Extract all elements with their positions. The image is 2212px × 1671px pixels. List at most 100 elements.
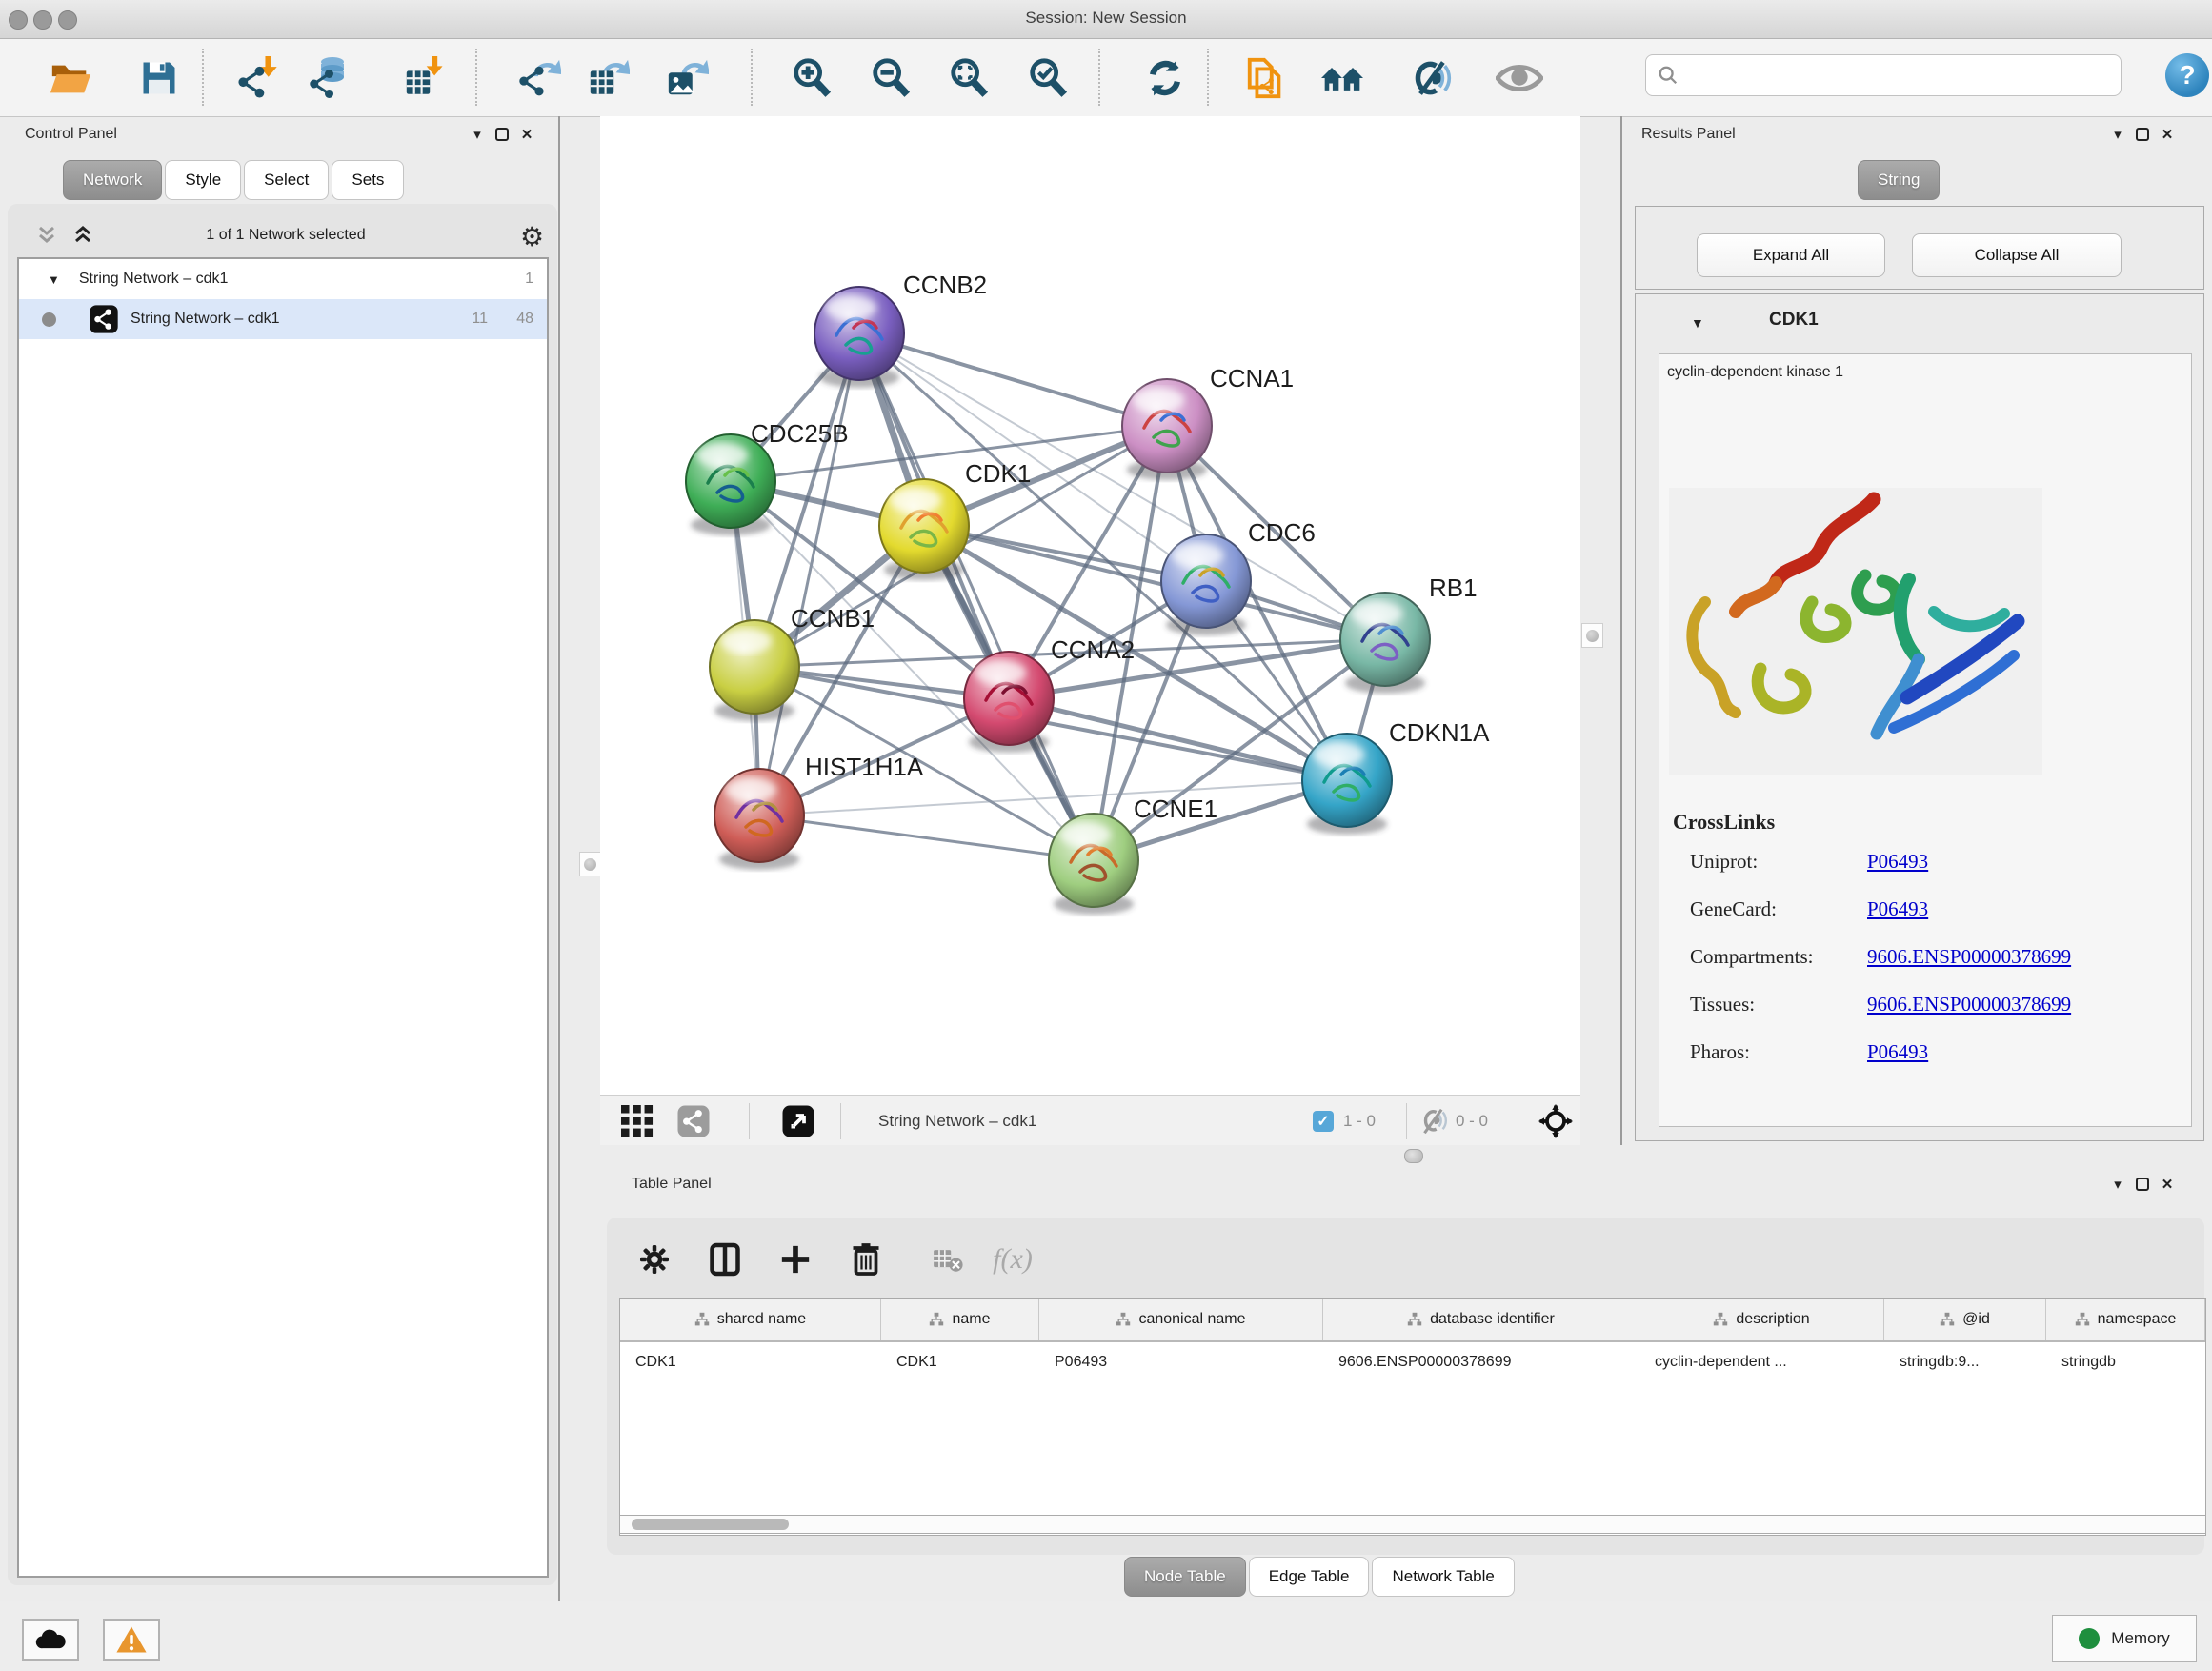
panel-float-icon[interactable] (2130, 1172, 2155, 1197)
table-cell[interactable]: CDK1 (620, 1342, 881, 1382)
cloud-button[interactable] (22, 1619, 79, 1661)
table-cell[interactable]: 9606.ENSP00000378699 (1323, 1342, 1639, 1382)
gear-icon[interactable] (633, 1238, 675, 1280)
table-row[interactable]: CDK1CDK1P064939606.ENSP00000378699cyclin… (620, 1342, 2205, 1382)
network-edge[interactable] (859, 333, 1167, 426)
network-node-CCNE1[interactable]: CCNE1 (1049, 795, 1217, 915)
network-collection-row[interactable]: ▼ String Network – cdk1 1 (19, 259, 547, 299)
import-network-database-icon[interactable] (303, 50, 358, 106)
export-network-icon[interactable] (512, 50, 567, 106)
table-cell[interactable]: P06493 (1039, 1342, 1323, 1382)
string-app-icon (89, 304, 119, 334)
scrollbar-thumb[interactable] (632, 1519, 789, 1530)
export-table-icon[interactable] (580, 50, 635, 106)
right-splitter-handle[interactable] (1581, 623, 1603, 648)
save-session-icon[interactable] (131, 50, 187, 106)
panel-float-icon[interactable] (490, 122, 514, 147)
network-edge[interactable] (924, 526, 1385, 639)
crosslink-value-link[interactable]: P06493 (1867, 1040, 1928, 1064)
zoom-selected-icon[interactable] (1020, 50, 1076, 106)
collapse-all-chevrons-icon[interactable] (34, 223, 59, 248)
tab-select[interactable]: Select (244, 160, 329, 200)
toolbar-separator (840, 1103, 841, 1139)
delete-column-icon[interactable] (845, 1238, 887, 1280)
network-edge[interactable] (759, 333, 859, 815)
collapse-all-button[interactable]: Collapse All (1912, 233, 2122, 277)
column-header-shared-name[interactable]: shared name (620, 1299, 881, 1340)
network-node-CCNA1[interactable]: CCNA1 (1122, 364, 1294, 480)
panel-float-icon[interactable] (2130, 122, 2155, 147)
open-session-folder-icon[interactable] (43, 50, 98, 106)
memory-label: Memory (2111, 1629, 2169, 1648)
crosslink-value-link[interactable]: P06493 (1867, 850, 1928, 874)
panel-close-icon[interactable]: ✕ (514, 122, 539, 147)
export-image-icon[interactable] (659, 50, 714, 106)
tab-style[interactable]: Style (165, 160, 241, 200)
column-header-canonical-name[interactable]: canonical name (1039, 1299, 1323, 1340)
network-edge[interactable] (859, 333, 1094, 860)
tab-edge-table[interactable]: Edge Table (1249, 1557, 1370, 1597)
cloud-icon (34, 1628, 67, 1651)
import-table-icon[interactable] (396, 50, 452, 106)
column-header-@id[interactable]: @id (1884, 1299, 2046, 1340)
table-tabs: Node TableEdge TableNetwork Table (1124, 1557, 1515, 1597)
table-cell[interactable]: CDK1 (881, 1342, 1039, 1382)
birdseye-icon[interactable] (781, 1103, 815, 1139)
panel-collapse-icon[interactable]: ▾ (2105, 122, 2130, 147)
panel-close-icon[interactable]: ✕ (2155, 1172, 2180, 1197)
column-header-description[interactable]: description (1639, 1299, 1884, 1340)
network-view[interactable]: CCNB2CCNA1CDC25BCDK1CDC6RB1CCNB1CCNA2CDK… (600, 116, 1580, 1095)
zoom-fit-icon[interactable] (941, 50, 996, 106)
zoom-out-icon[interactable] (863, 50, 918, 106)
network-canvas[interactable]: CCNB2CCNA1CDC25BCDK1CDC6RB1CCNB1CCNA2CDK… (600, 116, 1580, 1095)
table-cell[interactable]: stringdb:9... (1884, 1342, 2046, 1382)
open-in-string-icon[interactable] (1238, 50, 1294, 106)
panel-collapse-icon[interactable]: ▾ (2105, 1172, 2130, 1197)
tab-network[interactable]: Network (63, 160, 162, 200)
search-icon (1658, 65, 1679, 86)
column-header-namespace[interactable]: namespace (2046, 1299, 2205, 1340)
tab-network-table[interactable]: Network Table (1372, 1557, 1514, 1597)
help-button[interactable]: ? (2165, 53, 2209, 97)
crosslink-value-link[interactable]: 9606.ENSP00000378699 (1867, 945, 2071, 969)
show-eye-icon[interactable] (1492, 50, 1547, 106)
table-cell[interactable]: stringdb (2046, 1342, 2205, 1382)
expand-all-button[interactable]: Expand All (1697, 233, 1885, 277)
gear-icon[interactable]: ⚙ (520, 221, 544, 252)
crosslink-value-link[interactable]: 9606.ENSP00000378699 (1867, 993, 2071, 1017)
network-node-CDKN1A[interactable]: CDKN1A (1302, 718, 1490, 835)
crosslink-value-link[interactable]: P06493 (1867, 897, 1928, 921)
network-node-RB1[interactable]: RB1 (1340, 574, 1478, 694)
tab-sets[interactable]: Sets (332, 160, 404, 200)
column-header-name[interactable]: name (881, 1299, 1039, 1340)
share-gray-icon[interactable] (676, 1103, 711, 1139)
left-splitter-handle[interactable] (579, 852, 601, 876)
tab-node-table[interactable]: Node Table (1124, 1557, 1246, 1597)
search-input[interactable] (1686, 66, 2121, 85)
columns-icon[interactable] (704, 1238, 746, 1280)
refresh-icon[interactable] (1137, 50, 1193, 106)
grid-icon[interactable] (621, 1103, 654, 1139)
selected-checkbox-icon[interactable]: ✓ (1313, 1103, 1334, 1139)
warnings-button[interactable] (103, 1619, 160, 1661)
panel-collapse-icon[interactable]: ▾ (465, 122, 490, 147)
table-cell[interactable]: cyclin-dependent ... (1639, 1342, 1884, 1382)
hide-labels-icon[interactable] (1403, 50, 1458, 106)
column-header-database-identifier[interactable]: database identifier (1323, 1299, 1639, 1340)
network-edge[interactable] (759, 815, 1094, 860)
home-pair-icon[interactable] (1315, 50, 1370, 106)
tree-expander-icon[interactable]: ▼ (48, 272, 60, 287)
entry-expander-icon[interactable]: ▼ (1691, 315, 1704, 331)
zoom-in-icon[interactable] (784, 50, 839, 106)
horizontal-scrollbar[interactable] (619, 1515, 2206, 1534)
search-box[interactable] (1645, 54, 2122, 96)
network-row-selected[interactable]: String Network – cdk1 11 48 (19, 299, 547, 339)
tab-string[interactable]: String (1858, 160, 1940, 200)
crosshair-icon[interactable] (1538, 1103, 1573, 1139)
import-network-file-icon[interactable] (231, 50, 286, 106)
expand-all-chevrons-icon[interactable] (70, 223, 95, 248)
memory-button[interactable]: Memory (2052, 1615, 2197, 1662)
panel-close-icon[interactable]: ✕ (2155, 122, 2180, 147)
add-column-icon[interactable] (774, 1238, 816, 1280)
horizontal-splitter-handle[interactable] (1404, 1149, 1423, 1163)
